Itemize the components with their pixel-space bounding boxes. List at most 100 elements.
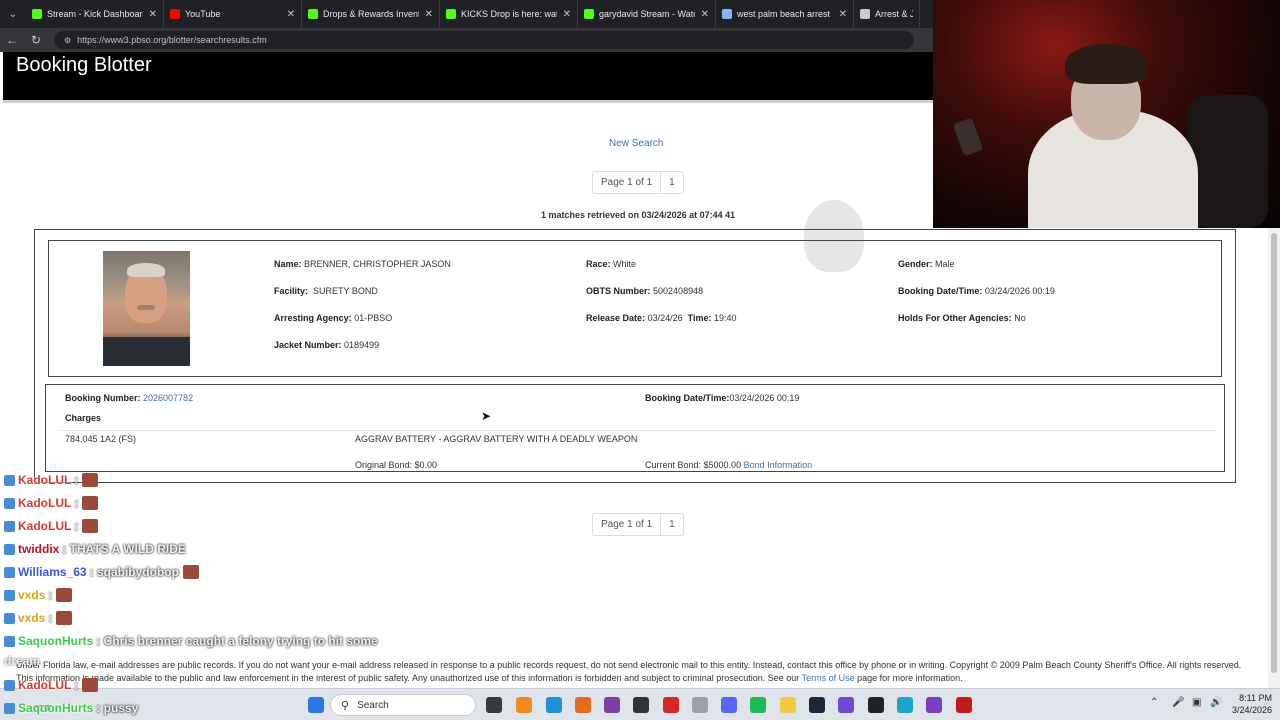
- page-number-link[interactable]: 1: [660, 514, 683, 535]
- browser-tab[interactable]: Stream - Kick Dashboard ✕: [26, 0, 164, 28]
- close-tab-icon[interactable]: ✕: [287, 9, 295, 20]
- chat-emote-icon: [182, 565, 199, 579]
- close-tab-icon[interactable]: ✕: [839, 9, 847, 20]
- new-search-link[interactable]: New Search: [609, 138, 663, 149]
- file-explorer-icon[interactable]: [780, 697, 796, 713]
- pagination-bottom: Page 1 of 1 1: [592, 513, 684, 536]
- taskbar-clock[interactable]: 8:11 PM 3/24/2026: [1228, 692, 1272, 716]
- chat-username[interactable]: Williams_63: [18, 565, 87, 579]
- browser-tab[interactable]: west palm beach arrest sear ✕: [716, 0, 854, 28]
- charges-heading: Charges: [65, 413, 102, 423]
- chat-text: :: [74, 519, 79, 533]
- close-tab-icon[interactable]: ✕: [563, 9, 571, 20]
- chat-username[interactable]: KadoLUL: [18, 473, 71, 487]
- chat-badge-icon: [4, 702, 15, 714]
- footer-disclaimer: Under Florida law, e-mail addresses are …: [16, 660, 1242, 683]
- music-icon[interactable]: [692, 697, 708, 713]
- header-divider: [3, 100, 933, 103]
- chat-message: vxds:: [4, 588, 73, 602]
- site-info-icon[interactable]: ⚙: [64, 36, 71, 45]
- page-number-link[interactable]: 1: [660, 172, 683, 193]
- chat-text: : Chris brenner caught a felony trying t…: [96, 634, 378, 648]
- close-tab-icon[interactable]: ✕: [149, 9, 157, 20]
- chat-text: :: [48, 588, 53, 602]
- search-icon: ⚲: [341, 699, 350, 712]
- volume-icon[interactable]: 🔊: [1210, 697, 1222, 708]
- chat-message: vxds:: [4, 611, 73, 625]
- chat-username[interactable]: twiddix: [18, 542, 59, 556]
- chat-username[interactable]: SaquonHurts: [18, 634, 93, 648]
- chat-username[interactable]: KadoLUL: [18, 496, 71, 510]
- tab-title: YouTube: [185, 9, 221, 19]
- original-bond: Original Bond: $0.00: [355, 460, 438, 470]
- chat-badge-icon: [4, 566, 15, 578]
- search-icon: [722, 9, 732, 19]
- browser-tab[interactable]: KICKS Drop is here: watch, e ✕: [440, 0, 578, 28]
- charge-description: AGGRAV BATTERY - AGGRAV BATTERY WITH A D…: [355, 434, 638, 444]
- chat-username[interactable]: vxds: [18, 588, 45, 602]
- app-icon[interactable]: [604, 697, 620, 713]
- reload-icon[interactable]: ↻: [24, 33, 48, 47]
- obs-icon[interactable]: [633, 697, 649, 713]
- chat-message: KadoLUL:: [4, 678, 99, 692]
- chat-username[interactable]: KadoLUL: [18, 519, 71, 533]
- browser-tab[interactable]: YouTube ✕: [164, 0, 302, 28]
- url-text: https://www3.pbso.org/blotter/searchresu…: [77, 35, 267, 45]
- kick-icon: [584, 9, 594, 19]
- chat-message: Williams_63: sqabibydobop: [4, 565, 199, 579]
- browser-tab[interactable]: garydavid Stream - Watch Li ✕: [578, 0, 716, 28]
- obts-field: OBTS Number: 5002408948: [586, 286, 704, 296]
- tab-search-menu-icon[interactable]: ⌄: [0, 0, 26, 28]
- terms-of-use-link[interactable]: Terms of Use: [802, 673, 855, 683]
- copilot-icon[interactable]: [516, 697, 532, 713]
- chat-badge-icon: [4, 474, 15, 486]
- url-field[interactable]: ⚙ https://www3.pbso.org/blotter/searchre…: [54, 31, 914, 49]
- app-icon[interactable]: [897, 697, 913, 713]
- chat-badge-icon: [4, 612, 15, 624]
- page-scrollbar[interactable]: [1268, 228, 1280, 688]
- holds-field: Holds For Other Agencies: No: [898, 313, 1026, 323]
- taskbar-search[interactable]: ⚲ Search: [330, 694, 476, 716]
- tray-chevron-icon[interactable]: ⌃: [1150, 697, 1158, 708]
- chat-emote-icon: [82, 473, 99, 487]
- chat-emote-icon: [82, 519, 99, 533]
- chat-badge-icon: [4, 679, 15, 691]
- page-of-label: Page 1 of 1: [601, 177, 653, 188]
- chat-text: : THATS A WILD RIDE: [62, 542, 186, 556]
- app-icon[interactable]: [868, 697, 884, 713]
- start-icon[interactable]: [308, 697, 324, 713]
- youtube-icon: [170, 9, 180, 19]
- close-tab-icon[interactable]: ✕: [425, 9, 433, 20]
- chat-text: : sqabibydobop: [89, 565, 179, 579]
- chat-badge-icon: [4, 635, 15, 647]
- steam-icon[interactable]: [809, 697, 825, 713]
- chat-text: :: [74, 678, 79, 692]
- chat-text: :: [74, 473, 79, 487]
- name-field: Name: BRENNER, CHRISTOPHER JASON: [274, 259, 451, 269]
- task-view-icon[interactable]: [486, 697, 502, 713]
- app-icon[interactable]: [926, 697, 942, 713]
- chat-username[interactable]: vxds: [18, 611, 45, 625]
- bond-information-link[interactable]: Bond Information: [744, 460, 813, 470]
- app-icon[interactable]: [838, 697, 854, 713]
- chat-username[interactable]: SaquonHurts: [18, 701, 93, 715]
- current-bond: Current Bond: $5000.00 Bond Information: [645, 460, 813, 470]
- chat-badge-icon: [4, 543, 15, 555]
- discord-icon[interactable]: [721, 697, 737, 713]
- edge-icon[interactable]: [546, 697, 562, 713]
- back-icon[interactable]: ←: [0, 33, 24, 47]
- gender-field: Gender: Male: [898, 259, 955, 269]
- browser-tab[interactable]: Arrest & Jail - P: [854, 0, 920, 28]
- network-icon[interactable]: ▣: [1192, 697, 1201, 708]
- valorant-icon[interactable]: [956, 697, 972, 713]
- scrollbar-thumb[interactable]: [1271, 233, 1277, 673]
- close-tab-icon[interactable]: ✕: [701, 9, 709, 20]
- chat-username[interactable]: KadoLUL: [18, 678, 71, 692]
- spotify-icon[interactable]: [750, 697, 766, 713]
- app-icon[interactable]: [663, 697, 679, 713]
- browser-tab[interactable]: Drops & Rewards Invento ✕: [302, 0, 440, 28]
- firefox-icon[interactable]: [575, 697, 591, 713]
- microphone-icon[interactable]: 🎤: [1172, 697, 1184, 708]
- booking-number-link[interactable]: 2026007782: [143, 393, 193, 403]
- chat-message: KadoLUL:: [4, 519, 99, 533]
